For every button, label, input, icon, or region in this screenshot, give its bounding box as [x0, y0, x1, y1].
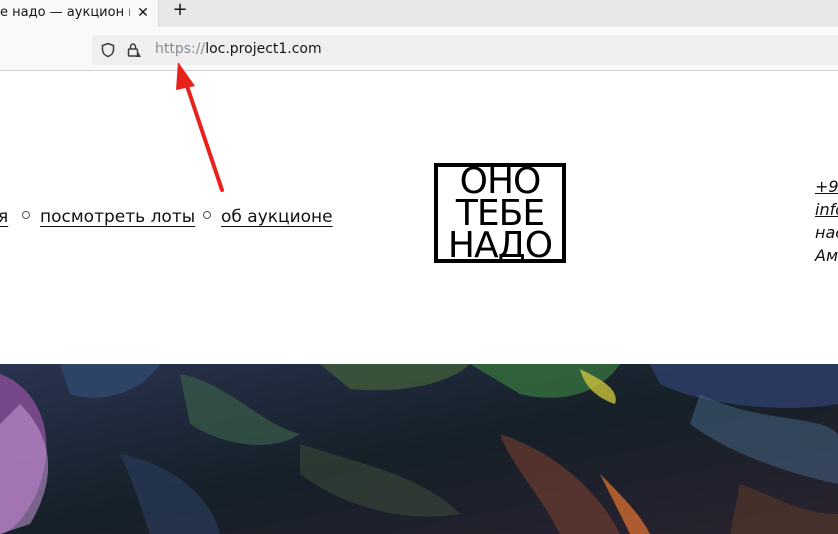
shield-icon[interactable] — [100, 42, 116, 58]
tab-bar: е надо — аукцион в ✕ + — [0, 0, 838, 27]
url-host: loc.project1.com — [205, 41, 322, 57]
browser-tab[interactable]: е надо — аукцион в ✕ — [0, 0, 158, 27]
painting-image — [0, 364, 838, 534]
nav-link-about[interactable]: об аукционе — [221, 207, 333, 227]
nav-item-about[interactable]: об аукционе — [203, 207, 333, 227]
contact-phone[interactable]: +9 — [815, 175, 838, 198]
logo-line-3: НАДО — [447, 225, 553, 266]
bullet-icon — [203, 211, 211, 219]
nav-item-partial[interactable]: я — [0, 207, 8, 227]
lock-icon[interactable] — [126, 42, 142, 58]
new-tab-button[interactable]: + — [170, 1, 190, 21]
contact-text: нас — [815, 223, 838, 242]
url-scheme: https:// — [155, 41, 206, 57]
hero-banner-image — [0, 364, 838, 534]
nav-item-lots[interactable]: посмотреть лоты — [22, 207, 195, 227]
tab-title: е надо — аукцион в — [0, 5, 130, 20]
url-text[interactable]: https://loc.project1.com — [155, 41, 322, 57]
contact-block: +9 info нас Ам — [815, 175, 838, 267]
site-logo[interactable]: ОНО ТЕБЕ НАДО — [434, 163, 566, 266]
address-bar[interactable]: https://loc.project1.com — [92, 35, 838, 65]
bullet-icon — [22, 211, 30, 219]
nav-link-partial[interactable]: я — [0, 207, 8, 227]
contact-address: Ам — [815, 246, 838, 265]
close-icon[interactable]: ✕ — [134, 4, 152, 22]
contact-email[interactable]: info — [815, 198, 838, 221]
browser-toolbar: https://loc.project1.com — [0, 27, 838, 71]
nav-link-lots[interactable]: посмотреть лоты — [40, 207, 195, 227]
web-page: я посмотреть лоты об аукционе ОНО ТЕБЕ Н… — [0, 71, 838, 534]
